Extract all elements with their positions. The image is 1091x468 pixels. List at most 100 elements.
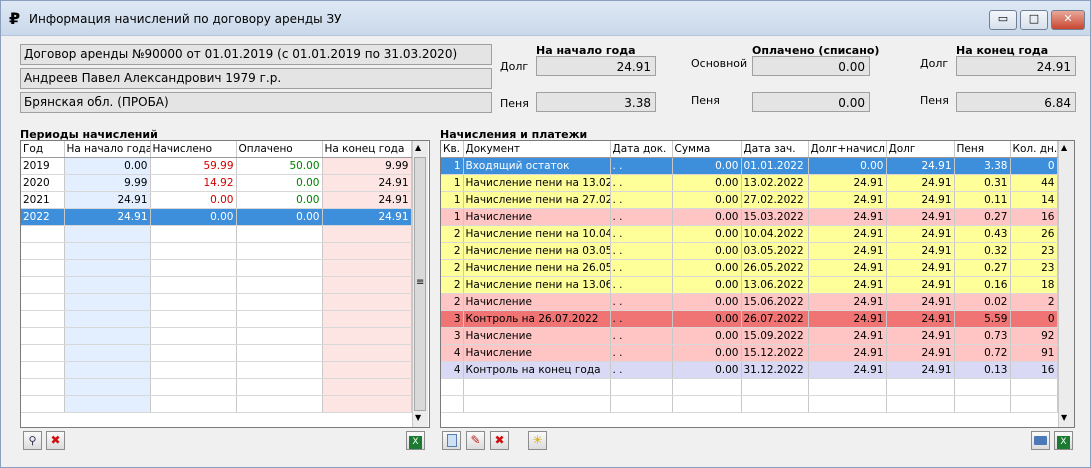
payment-cell: 24.91	[808, 259, 887, 277]
payment-cell: 23	[1010, 242, 1058, 260]
period-cell	[236, 293, 323, 311]
maximize-button[interactable]: □	[1020, 10, 1048, 30]
excel-icon: X	[409, 436, 422, 449]
payment-row[interactable]	[441, 395, 1058, 413]
period-cell	[236, 327, 323, 345]
period-cell: 24.91	[64, 208, 151, 226]
scroll-down-icon[interactable]: ▼	[415, 413, 421, 422]
payment-row[interactable]: 1Начисление пени на 27.02.20. .0.0027.02…	[441, 191, 1058, 209]
col-days[interactable]: Кол. дн.	[1010, 141, 1058, 158]
period-row[interactable]	[21, 276, 412, 294]
col-year[interactable]: Год	[21, 141, 65, 158]
col-paid[interactable]: Оплачено	[236, 141, 323, 158]
payment-cell: 24.91	[808, 276, 887, 294]
period-cell	[236, 225, 323, 243]
payment-row[interactable]: 3 Контроль на 26.07.2022. . 0.00 26.07.2022…	[441, 310, 1058, 328]
periods-scrollbar[interactable]: ▲ ≡ ▼	[412, 141, 428, 427]
col-debt-plus[interactable]: Долг+начисл.	[808, 141, 887, 158]
period-cell	[322, 395, 412, 413]
col-start[interactable]: На начало года	[64, 141, 151, 158]
export-excel-periods-button[interactable]: X	[406, 431, 425, 450]
payments-scrollbar[interactable]: ▲ ▼	[1058, 141, 1074, 427]
payment-cell	[610, 395, 673, 413]
payment-cell: 2	[1010, 293, 1058, 311]
period-cell	[21, 310, 65, 328]
edit-button[interactable]: ✎	[466, 431, 485, 450]
period-row[interactable]	[21, 344, 412, 362]
period-cell	[150, 361, 237, 379]
payment-cell: 24.91	[808, 293, 887, 311]
start-debt-label: Долг	[500, 60, 529, 73]
delete-payment-button[interactable]: ✖	[490, 431, 509, 450]
period-row[interactable]: 2019 0.00 59.99 50.00 9.99	[21, 157, 412, 175]
payment-cell: Начисление пени на 13.06.20	[463, 276, 611, 294]
payment-row[interactable]: 2Начисление пени на 03.05.20. .0.0003.05…	[441, 242, 1058, 260]
close-button[interactable]: ✕	[1051, 10, 1085, 30]
period-cell	[322, 293, 412, 311]
payment-row[interactable]: 2Начисление пени на 13.06.20. .0.0013.06…	[441, 276, 1058, 294]
scroll-up-icon[interactable]: ▲	[1061, 143, 1067, 152]
col-debt[interactable]: Долг	[886, 141, 955, 158]
payment-cell: 0.13	[954, 361, 1011, 379]
col-quarter[interactable]: Кв.	[441, 141, 464, 158]
payment-row[interactable]: 2Начисление пени на 26.05.20. .0.0026.05…	[441, 259, 1058, 277]
export-excel-payments-button[interactable]: X	[1054, 431, 1073, 450]
print-button[interactable]	[1031, 431, 1050, 450]
col-penalty[interactable]: Пеня	[954, 141, 1011, 158]
payment-cell	[672, 378, 742, 396]
col-credit-date[interactable]: Дата зач.	[741, 141, 809, 158]
payment-cell: 0.00	[672, 344, 742, 362]
delete-period-button[interactable]: ✖	[46, 431, 65, 450]
period-row[interactable]	[21, 259, 412, 277]
period-row[interactable]	[21, 310, 412, 328]
payment-row[interactable]: 4 Начисление. . 0.00 15.12.2022 24.91 24.91 0.…	[441, 344, 1058, 362]
payment-cell: Начисление пени на 10.04.20	[463, 225, 611, 243]
scroll-up-icon[interactable]: ▲	[415, 143, 421, 152]
period-row[interactable]	[21, 293, 412, 311]
period-cell	[64, 344, 151, 362]
period-cell	[236, 395, 323, 413]
payment-cell: 18	[1010, 276, 1058, 294]
period-row[interactable]	[21, 225, 412, 243]
col-document[interactable]: Документ	[463, 141, 611, 158]
payment-cell	[808, 378, 887, 396]
period-row[interactable]: 2022 24.91 0.00 0.00 24.91	[21, 208, 412, 226]
print-preview-button[interactable]: ⚲	[23, 431, 42, 450]
payments-grid[interactable]: Кв. Документ Дата док. Сумма Дата зач. Д…	[440, 140, 1075, 428]
payment-cell: 03.05.2022	[741, 242, 809, 260]
col-sum[interactable]: Сумма	[672, 141, 742, 158]
payment-cell: 0.00	[672, 361, 742, 379]
end-penalty-label: Пеня	[920, 94, 949, 107]
period-row[interactable]	[21, 327, 412, 345]
period-cell: 9.99	[322, 157, 412, 175]
period-row[interactable]: 2020 9.99 14.92 0.00 24.91	[21, 174, 412, 192]
payment-row[interactable]: 3 Начисление. . 0.00 15.09.2022 24.91 24.91 0.…	[441, 327, 1058, 345]
payment-row[interactable]: 4 Контроль на конец года. . 0.00 31.12.2022…	[441, 361, 1058, 379]
payment-row[interactable]: 2Начисление пени на 10.04.20. .0.0010.04…	[441, 225, 1058, 243]
col-doc-date[interactable]: Дата док.	[610, 141, 673, 158]
payment-row[interactable]: 2 Начисление. . 0.00 15.06.2022 24.91 24.91 0.…	[441, 293, 1058, 311]
period-row[interactable]	[21, 395, 412, 413]
period-cell: 0.00	[236, 191, 323, 209]
period-row[interactable]	[21, 242, 412, 260]
col-accrued[interactable]: Начислено	[150, 141, 237, 158]
period-row[interactable]	[21, 361, 412, 379]
periods-grid[interactable]: Год На начало года Начислено Оплачено На…	[20, 140, 430, 428]
payment-row[interactable]	[441, 378, 1058, 396]
payment-row[interactable]: 1 Начисление. . 0.00 15.03.2022 24.91 24.91 0.…	[441, 208, 1058, 226]
period-cell	[64, 327, 151, 345]
payment-row[interactable]: 1 Входящий остаток. . 0.00 01.01.2022 0.00 24…	[441, 157, 1058, 175]
scroll-down-icon[interactable]: ▼	[1061, 413, 1067, 422]
document-button[interactable]	[442, 431, 461, 450]
payment-cell	[954, 395, 1011, 413]
new-record-button[interactable]: ✳	[528, 431, 547, 450]
period-row[interactable]	[21, 378, 412, 396]
payment-cell: Начисление пени на 03.05.20	[463, 242, 611, 260]
col-end[interactable]: На конец года	[322, 141, 412, 158]
payment-row[interactable]: 1Начисление пени на 13.02.20. .0.0013.02…	[441, 174, 1058, 192]
minimize-button[interactable]: ▭	[989, 10, 1017, 30]
payment-cell	[463, 378, 611, 396]
period-row[interactable]: 2021 24.91 0.00 0.00 24.91	[21, 191, 412, 209]
payment-cell: 24.91	[886, 208, 955, 226]
period-cell: 0.00	[236, 174, 323, 192]
